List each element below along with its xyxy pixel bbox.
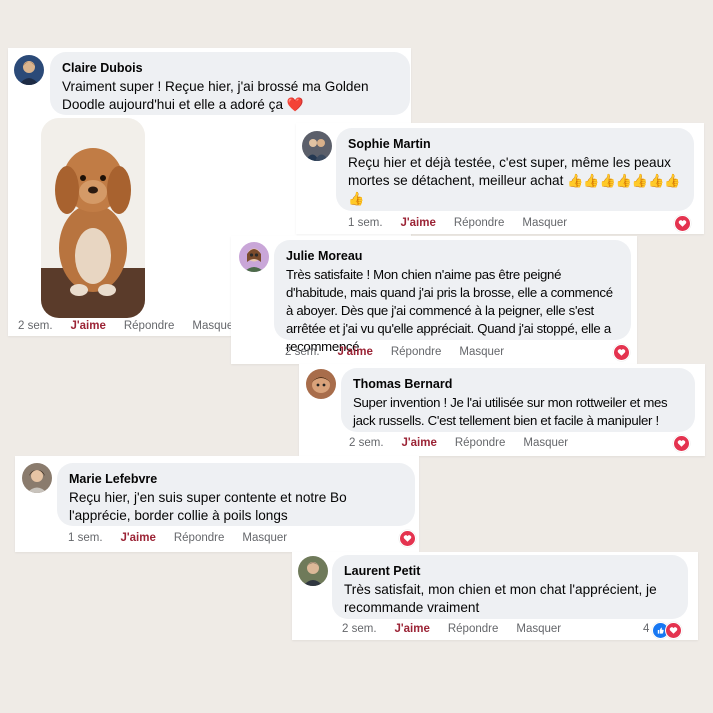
hide-button[interactable]: Masquer	[459, 346, 504, 358]
like-button[interactable]: J'aime	[395, 623, 430, 635]
commenter-name[interactable]: Sophie Martin	[348, 136, 682, 152]
commenter-name[interactable]: Julie Moreau	[286, 248, 621, 264]
hide-button[interactable]: Masquer	[523, 437, 568, 449]
commenter-name[interactable]: Marie Lefebvre	[69, 471, 403, 487]
dog-photo[interactable]	[41, 118, 145, 318]
reply-button[interactable]: Répondre	[174, 532, 225, 544]
heart-reaction-icon[interactable]	[673, 435, 690, 452]
hide-button[interactable]: Masquer	[522, 217, 567, 229]
timestamp[interactable]: 1 sem.	[68, 532, 103, 544]
like-button[interactable]: J'aime	[401, 217, 436, 229]
comment-card-laurent: Laurent Petit Très satisfait, mon chien …	[292, 552, 698, 640]
comment-text: Reçu hier et déjà testée, c'est super, m…	[348, 154, 682, 208]
heart-reaction-icon[interactable]	[674, 215, 691, 232]
hide-button[interactable]: Masquer	[242, 532, 287, 544]
like-button[interactable]: J'aime	[121, 532, 156, 544]
comment-bubble: Julie Moreau Très satisfaite ! Mon chien…	[274, 240, 631, 354]
reply-button[interactable]: Répondre	[391, 346, 442, 358]
timestamp[interactable]: 2 sem.	[18, 320, 53, 332]
comment-actions: 1 sem. J'aime Répondre Masquer	[68, 532, 305, 544]
heart-reaction-icon[interactable]	[665, 622, 682, 639]
reply-button[interactable]: Répondre	[448, 623, 499, 635]
avatar[interactable]	[306, 369, 336, 399]
avatar[interactable]	[298, 556, 328, 586]
avatar[interactable]	[14, 55, 44, 85]
comment-actions: 2 sem. J'aime Répondre Masquer	[349, 437, 586, 449]
comment-actions: 2 sem. J'aime Répondre Masquer	[342, 623, 579, 635]
comment-bubble: Sophie Martin Reçu hier et déjà testée, …	[336, 128, 694, 211]
commenter-name[interactable]: Claire Dubois	[62, 60, 398, 76]
avatar[interactable]	[22, 463, 52, 493]
commenter-name[interactable]: Laurent Petit	[344, 563, 676, 579]
comment-bubble: Laurent Petit Très satisfait, mon chien …	[332, 555, 688, 619]
reply-button[interactable]: Répondre	[455, 437, 506, 449]
comment-actions: 2 sem. J'aime Répondre Masquer	[18, 320, 255, 332]
timestamp[interactable]: 2 sem.	[349, 437, 384, 449]
comment-text: Très satisfaite ! Mon chien n'aime pas ê…	[286, 267, 613, 354]
comment-card-julie: Julie Moreau Très satisfaite ! Mon chien…	[231, 236, 637, 364]
comment-bubble: Thomas Bernard Super invention ! Je l'ai…	[341, 368, 695, 432]
comment-card-thomas: Thomas Bernard Super invention ! Je l'ai…	[299, 364, 705, 456]
heart-emoji: ❤️	[286, 97, 304, 112]
heart-reaction-icon[interactable]	[399, 530, 416, 547]
commenter-name[interactable]: Thomas Bernard	[353, 376, 683, 392]
comment-actions: 2 sem. J'aime Répondre Masquer	[285, 346, 522, 358]
comment-text: Reçu hier, j'en suis super contente et n…	[69, 490, 347, 523]
comment-bubble: Marie Lefebvre Reçu hier, j'en suis supe…	[57, 463, 415, 526]
comment-text: Vraiment super ! Reçue hier, j'ai brossé…	[62, 78, 398, 114]
timestamp[interactable]: 2 sem.	[342, 623, 377, 635]
timestamp[interactable]: 1 sem.	[348, 217, 383, 229]
reply-button[interactable]: Répondre	[454, 217, 505, 229]
like-button[interactable]: J'aime	[71, 320, 106, 332]
hide-button[interactable]: Masquer	[516, 623, 561, 635]
like-button[interactable]: J'aime	[338, 346, 373, 358]
comment-body: Vraiment super ! Reçue hier, j'ai brossé…	[62, 79, 369, 112]
reply-button[interactable]: Répondre	[124, 320, 175, 332]
comment-text: Super invention ! Je l'ai utilisée sur m…	[353, 395, 668, 428]
reaction-count[interactable]: 4	[643, 623, 649, 635]
timestamp[interactable]: 2 sem.	[285, 346, 320, 358]
like-button[interactable]: J'aime	[402, 437, 437, 449]
comment-bubble: Claire Dubois Vraiment super ! Reçue hie…	[50, 52, 410, 115]
heart-reaction-icon[interactable]	[613, 344, 630, 361]
comment-card-sophie: Sophie Martin Reçu hier et déjà testée, …	[296, 123, 704, 234]
avatar[interactable]	[239, 242, 269, 272]
comment-card-marie: Marie Lefebvre Reçu hier, j'en suis supe…	[15, 456, 419, 552]
comment-text: Très satisfait, mon chien et mon chat l'…	[344, 582, 657, 615]
avatar[interactable]	[302, 131, 332, 161]
comment-actions: 1 sem. J'aime Répondre Masquer	[348, 217, 585, 229]
